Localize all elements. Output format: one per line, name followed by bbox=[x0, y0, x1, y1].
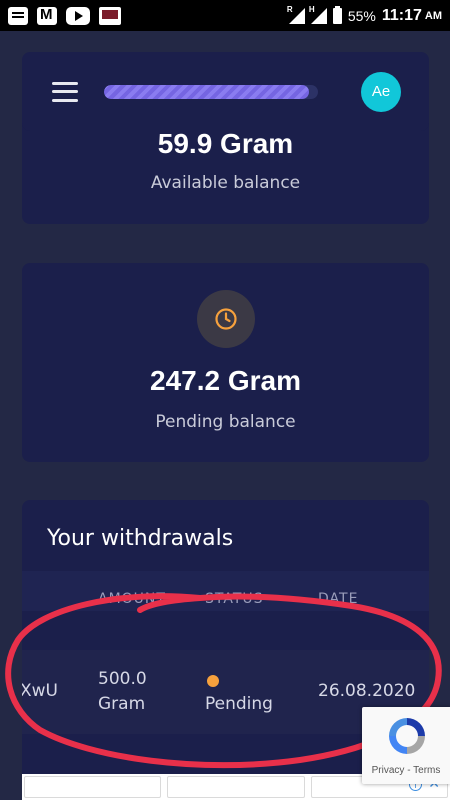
row-amount-unit: Gram bbox=[98, 694, 146, 714]
row-amount-value: 500.0 bbox=[98, 669, 147, 689]
status-bar: R H 55% 11:17 AM bbox=[0, 0, 450, 31]
battery-percent: 55% bbox=[347, 7, 376, 24]
pending-icon-badge bbox=[197, 290, 255, 348]
clock-ampm: AM bbox=[424, 9, 442, 22]
signal-r-icon: R bbox=[287, 5, 305, 24]
gmail-icon bbox=[37, 6, 57, 25]
available-balance-label: Available balance bbox=[150, 173, 301, 193]
pending-balance-amount: 247.2 Gram bbox=[150, 365, 301, 396]
recaptcha-badge[interactable]: Privacy - Terms bbox=[362, 707, 450, 784]
row-id: XwU bbox=[22, 681, 58, 701]
row-date: 26.08.2020 bbox=[318, 681, 416, 701]
table-header: AMOUNT STATUS DATE bbox=[22, 571, 429, 611]
clock-icon bbox=[215, 308, 237, 330]
signal-h-icon: H bbox=[309, 5, 327, 24]
column-header-status: STATUS bbox=[205, 591, 264, 607]
youtube-icon bbox=[66, 6, 90, 25]
app-header: Ae bbox=[22, 52, 429, 131]
battery-icon bbox=[332, 5, 342, 24]
row-status: Pending bbox=[205, 694, 273, 714]
progress-bar bbox=[104, 84, 318, 99]
available-balance-amount: 59.9 Gram bbox=[157, 128, 294, 159]
pending-balance-label: Pending balance bbox=[155, 412, 296, 432]
progress-bar-fill bbox=[104, 84, 310, 99]
avatar[interactable]: Ae bbox=[361, 71, 401, 112]
pending-balance-card: 247.2 Gram Pending balance bbox=[22, 263, 429, 462]
ad-slot[interactable] bbox=[167, 776, 305, 798]
recaptcha-logo-icon bbox=[389, 718, 425, 754]
clock-time: 11:17 bbox=[381, 6, 422, 24]
withdrawals-title: Your withdrawals bbox=[47, 526, 234, 551]
message-icon bbox=[8, 6, 28, 25]
recaptcha-privacy-terms[interactable]: Privacy - Terms bbox=[362, 765, 450, 776]
status-dot-icon bbox=[207, 675, 219, 687]
column-header-amount: AMOUNT bbox=[98, 591, 166, 607]
hamburger-menu-icon[interactable] bbox=[52, 81, 78, 102]
column-header-date: DATE bbox=[318, 591, 359, 607]
book-app-icon bbox=[99, 6, 121, 25]
ad-slot[interactable] bbox=[24, 776, 162, 798]
